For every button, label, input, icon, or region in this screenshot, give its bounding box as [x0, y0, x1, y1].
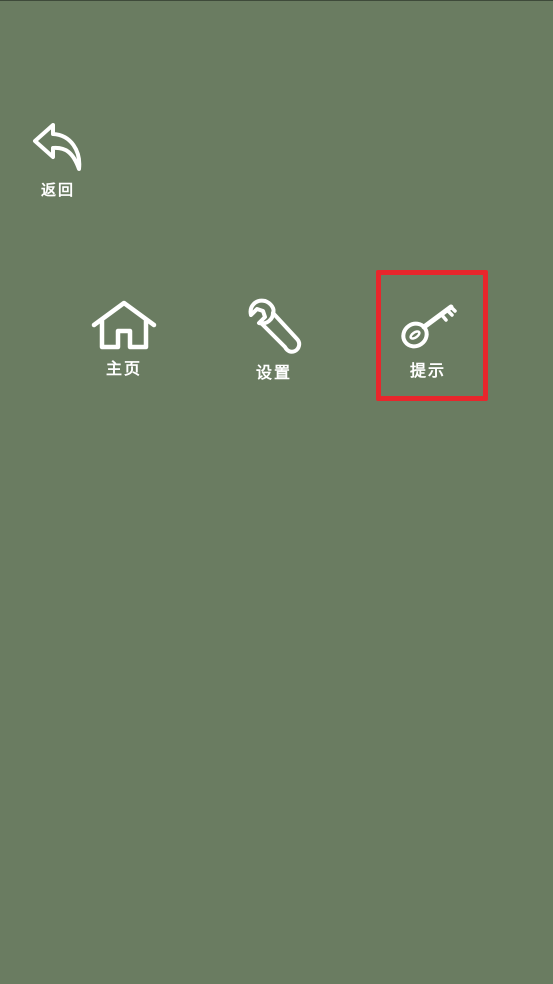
back-label: 返回 [40, 181, 75, 199]
game-menu-screen: 返回 主页 设置 提示 [0, 0, 553, 984]
home-label: 主页 [105, 359, 142, 378]
house-icon [91, 300, 157, 350]
back-button[interactable]: 返回 [30, 121, 86, 200]
settings-label: 设置 [255, 363, 292, 382]
hint-highlight-frame [376, 270, 488, 401]
home-button[interactable]: 主页 [88, 299, 160, 379]
settings-button[interactable]: 设置 [238, 297, 310, 383]
wrench-icon [248, 298, 302, 354]
undo-arrow-icon [33, 123, 82, 171]
